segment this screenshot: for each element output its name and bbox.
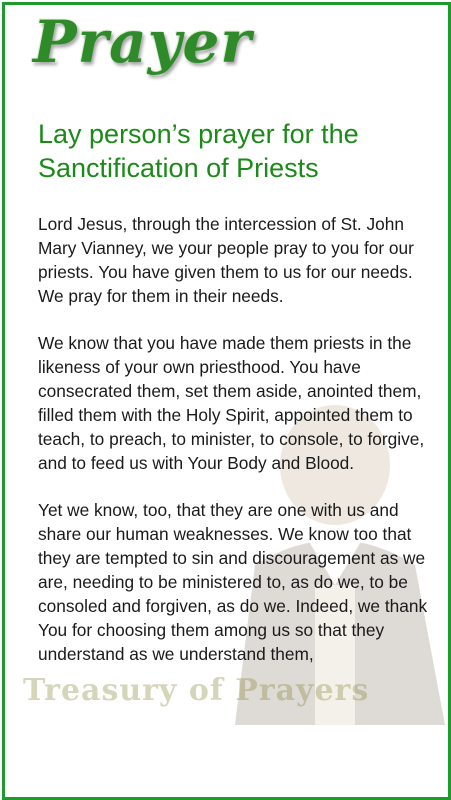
prayer-paragraph: Lord Jesus, through the intercession of … (38, 214, 414, 306)
prayer-paragraph: Yet we know, too, that they are one with… (38, 500, 428, 664)
prayer-logo: Prayer (23, 11, 251, 99)
prayer-body: Lord Jesus, through the intercession of … (38, 212, 433, 689)
prayer-card: Prayer Treasury of Prayers Lay person’s … (2, 2, 451, 800)
prayer-title: Lay person’s prayer for the Sanctificati… (38, 119, 359, 183)
prayer-paragraph: We know that you have made them priests … (38, 333, 425, 473)
logo-text: Prayer (33, 8, 252, 76)
